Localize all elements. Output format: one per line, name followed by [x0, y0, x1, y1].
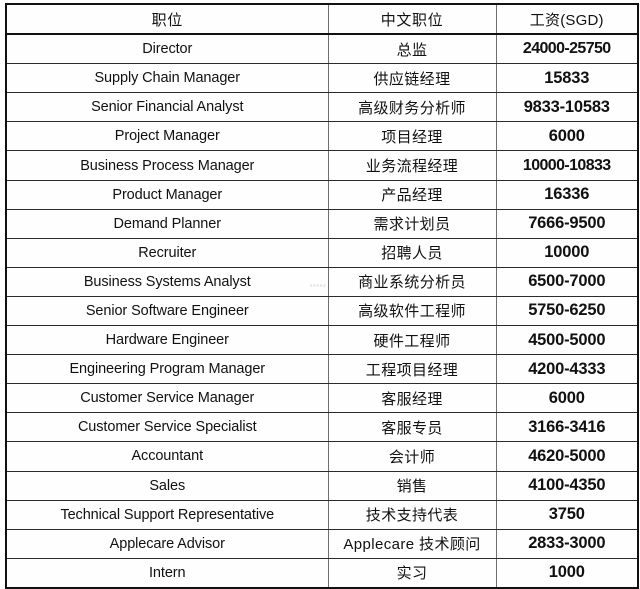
cell-role: Sales	[5, 470, 329, 501]
cell-role: Business Systems Analyst	[5, 266, 329, 297]
cell-role: Supply Chain Manager	[5, 63, 329, 94]
cell-role-cn: 商业系统分析员	[327, 266, 497, 297]
cell-role: Accountant	[5, 441, 329, 472]
cell-role-cn: 工程项目经理	[327, 354, 497, 385]
table-row: Sales 销售 4100-4350	[5, 470, 639, 501]
cell-role-cn: 供应链经理	[327, 63, 497, 94]
cell-role: Technical Support Representative	[5, 499, 329, 530]
cell-role: Demand Planner	[5, 208, 329, 239]
column-header-role: 职位	[5, 2, 329, 35]
cell-role-cn: 需求计划员	[327, 208, 497, 239]
table-row: Business Systems Analyst 商业系统分析员 6500-7000	[5, 266, 639, 297]
cell-salary: 16336	[495, 179, 639, 210]
cell-role-cn: 技术支持代表	[327, 499, 497, 530]
table-row: Project Manager 项目经理 6000	[5, 121, 639, 152]
table-row: Demand Planner 需求计划员 7666-9500	[5, 208, 639, 239]
salary-table-page: ▪▪▪▪▪ 职位 中文职位 工资(SGD) Director 总监 24000-25…	[0, 0, 640, 589]
cell-salary: 4100-4350	[495, 470, 639, 501]
table-row: Applecare Advisor Applecare 技术顾问 2833-3000	[5, 528, 639, 559]
cell-salary: 7666-9500	[495, 208, 639, 239]
cell-salary: 3750	[495, 499, 639, 530]
cell-salary: 10000	[495, 237, 639, 268]
column-header-role-cn: 中文职位	[327, 2, 497, 35]
cell-role: Customer Service Manager	[5, 383, 329, 414]
table-row: Customer Service Specialist 客服专员 3166-3416	[5, 412, 639, 443]
cell-role-cn: 硬件工程师	[327, 325, 497, 356]
cell-salary: 2833-3000	[495, 528, 639, 559]
cell-role-cn: 招聘人员	[327, 237, 497, 268]
cell-role-cn: 会计师	[327, 441, 497, 472]
cell-role: Product Manager	[5, 179, 329, 210]
cell-role-cn: 销售	[327, 470, 497, 501]
table-row: Technical Support Representative 技术支持代表 37…	[5, 499, 639, 530]
cell-salary: 6000	[495, 383, 639, 414]
cell-role: Senior Software Engineer	[5, 295, 329, 327]
table-row: Senior Software Engineer 高级软件工程师 5750-6250	[5, 295, 639, 327]
cell-salary: 15833	[495, 63, 639, 94]
cell-role: Applecare Advisor	[5, 528, 329, 559]
table-row: Intern 实习 1000	[5, 557, 639, 589]
cell-salary: 1000	[495, 557, 639, 589]
table-row: Hardware Engineer 硬件工程师 4500-5000	[5, 325, 639, 356]
cell-salary: 4200-4333	[495, 354, 639, 385]
cell-role-cn: 高级软件工程师	[327, 295, 497, 327]
cell-role: Hardware Engineer	[5, 325, 329, 356]
cell-salary: 6500-7000	[495, 266, 639, 297]
cell-role: Director	[5, 33, 329, 65]
cell-role: Customer Service Specialist	[5, 412, 329, 443]
cell-salary: 9833-10583	[495, 92, 639, 123]
cell-salary: 6000	[495, 121, 639, 152]
cell-role: Engineering Program Manager	[5, 354, 329, 385]
cell-role: Intern	[5, 557, 329, 589]
cell-role: Business Process Manager	[5, 150, 329, 181]
cell-role-cn: 业务流程经理	[327, 150, 497, 181]
cell-salary: 24000-25750	[495, 33, 639, 65]
table-row: Engineering Program Manager 工程项目经理 4200-43…	[5, 354, 639, 385]
cell-role-cn: 产品经理	[327, 179, 497, 210]
cell-role: Recruiter	[5, 237, 329, 268]
cell-salary: 10000-10833	[495, 150, 639, 181]
table-row: Senior Financial Analyst 高级财务分析师 9833-1058…	[5, 92, 639, 123]
cell-salary: 3166-3416	[495, 412, 639, 443]
salary-table: 职位 中文职位 工资(SGD) Director 总监 24000-25750 Sup…	[5, 2, 639, 589]
cell-role-cn: 客服专员	[327, 412, 497, 443]
cell-role-cn: 项目经理	[327, 121, 497, 152]
table-header: 职位 中文职位 工资(SGD)	[5, 2, 639, 35]
cell-salary: 5750-6250	[495, 295, 639, 327]
table-row: Accountant 会计师 4620-5000	[5, 441, 639, 472]
table-row: Product Manager 产品经理 16336	[5, 179, 639, 210]
column-header-salary: 工资(SGD)	[495, 2, 639, 35]
cell-role-cn: 高级财务分析师	[327, 92, 497, 123]
table-body: Director 总监 24000-25750 Supply Chain Manage…	[5, 33, 639, 589]
cell-salary: 4620-5000	[495, 441, 639, 472]
cell-role-cn: 总监	[327, 33, 497, 65]
table-row: Director 总监 24000-25750	[5, 33, 639, 65]
table-row: Customer Service Manager 客服经理 6000	[5, 383, 639, 414]
table-row: Supply Chain Manager 供应链经理 15833	[5, 63, 639, 94]
cell-role: Senior Financial Analyst	[5, 92, 329, 123]
cell-role-cn: 客服经理	[327, 383, 497, 414]
table-row: Business Process Manager 业务流程经理 10000-1083…	[5, 150, 639, 181]
cell-salary: 4500-5000	[495, 325, 639, 356]
table-header-row: 职位 中文职位 工资(SGD)	[5, 2, 639, 35]
cell-role-cn: 实习	[327, 557, 497, 589]
table-row: Recruiter 招聘人员 10000	[5, 237, 639, 268]
cell-role-cn: Applecare 技术顾问	[327, 528, 497, 559]
cell-role: Project Manager	[5, 121, 329, 152]
